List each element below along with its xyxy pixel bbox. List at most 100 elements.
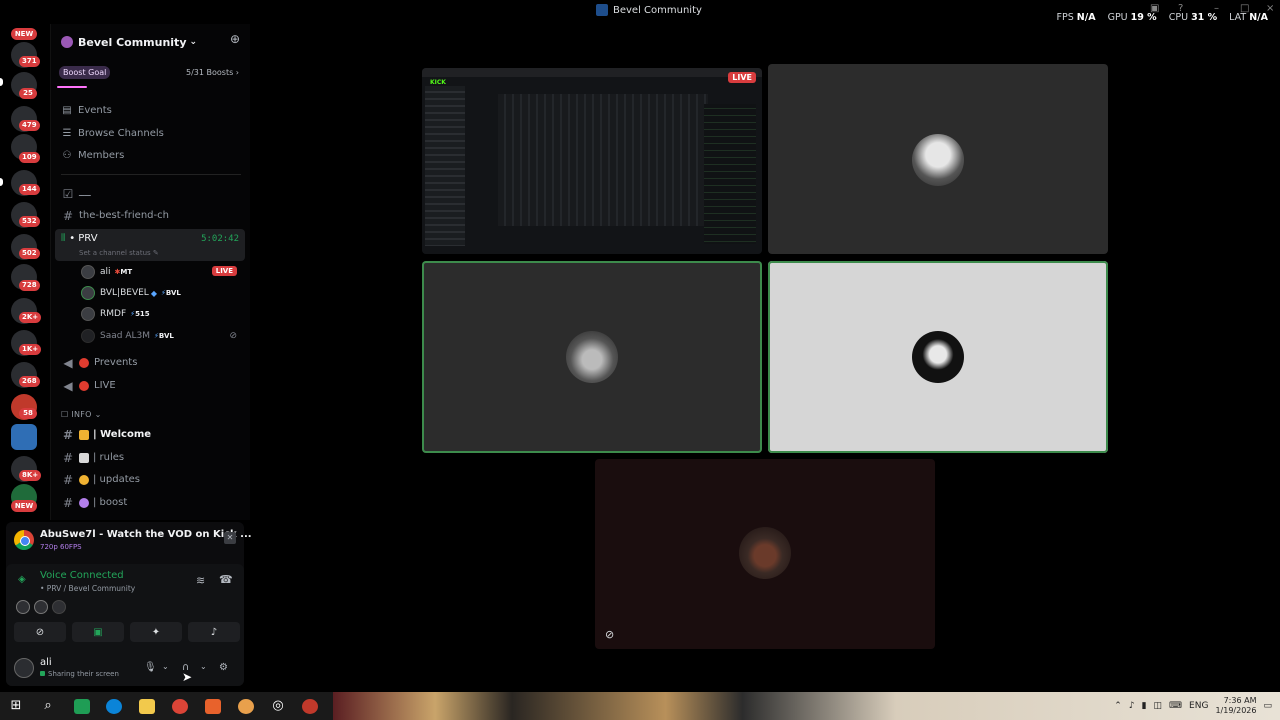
person-icon xyxy=(79,474,89,485)
clock-time: 7:36 AM xyxy=(1223,696,1257,705)
stop-stream-icon[interactable]: ✕ xyxy=(224,532,236,544)
edge-icon[interactable] xyxy=(106,699,122,714)
category-info[interactable]: ☐ INFO ⌄ xyxy=(61,410,102,419)
participant-tile-1[interactable] xyxy=(768,64,1108,254)
members-icon: ⚇ xyxy=(62,149,72,161)
nav-events[interactable]: ▤ Events xyxy=(61,101,112,119)
diamond-icon: ◆ xyxy=(150,288,157,298)
chrome-taskbar-icon[interactable] xyxy=(172,699,188,714)
fps-stat: FPS N/A xyxy=(1057,12,1096,23)
boost-count: 5/31 Boosts › xyxy=(185,68,239,77)
search-icon[interactable]: ⌕ xyxy=(40,698,56,714)
channel-arabic[interactable]: ☑ ــــ xyxy=(61,184,243,203)
channel-welcome[interactable]: # | Welcome xyxy=(61,425,243,444)
tray-overflow-icon[interactable]: ⌃ xyxy=(1114,701,1122,711)
noise-suppression-icon[interactable]: ≋ xyxy=(196,574,205,587)
chevron-down-icon[interactable]: ⌄ xyxy=(200,662,207,671)
mention-badge: 532 xyxy=(19,216,40,227)
toggle-camera-button[interactable]: ⊘ xyxy=(14,622,66,642)
voice-user-saad[interactable]: Saad AL3M ⚡BVL ⊘ xyxy=(81,326,243,346)
minimize-icon[interactable]: – xyxy=(1214,3,1219,14)
voice-channel-live[interactable]: ◀ LIVE xyxy=(61,376,243,395)
channel-arabic-label: ــــ xyxy=(79,188,91,199)
app-icon[interactable] xyxy=(302,699,318,714)
server-icon-13[interactable] xyxy=(11,424,37,450)
title-bar: Bevel Community FPS N/A GPU 19 % CPU 31 … xyxy=(0,0,1280,24)
channel-rules[interactable]: # | rules xyxy=(61,448,243,467)
user-tag: ⚡BVL xyxy=(161,289,181,297)
inbox-icon[interactable]: ▣ xyxy=(1150,3,1159,14)
close-icon[interactable]: × xyxy=(1266,3,1274,14)
voice-user-name: ali xyxy=(100,267,111,277)
voice-user-bvl[interactable]: BVL|BEVEL ◆ ⚡BVL xyxy=(81,283,243,303)
channel-boost[interactable]: # | boost xyxy=(61,493,243,512)
network-icon[interactable]: ◫ xyxy=(1154,701,1163,711)
streaming-activity[interactable]: AbuSwe7l - Watch the VOD on Kick ... 720… xyxy=(14,528,252,551)
stream-tile[interactable]: KICK LIVE xyxy=(422,68,762,254)
participant-avatar xyxy=(912,134,964,186)
voice-activity-icon: ⫴ xyxy=(61,233,66,244)
mention-badge: 502 xyxy=(19,248,40,259)
user-tag-text: BVL xyxy=(158,332,174,340)
channel-status[interactable]: Set a channel status ✎ xyxy=(79,249,159,257)
store-icon[interactable] xyxy=(74,699,90,714)
file-explorer-icon[interactable] xyxy=(139,699,155,714)
mic-tray-icon[interactable]: ▮ xyxy=(1142,701,1147,711)
clock[interactable]: 7:36 AM 1/19/2026 xyxy=(1215,696,1256,716)
voice-channel-prevents[interactable]: ◀ Prevents xyxy=(61,353,243,372)
stream-quality: 720p 60FPS xyxy=(40,543,82,551)
channel-updates[interactable]: # | updates xyxy=(61,470,243,489)
windows-start-icon[interactable]: ⊞ xyxy=(8,698,24,714)
channel-best-friend[interactable]: # the-best-friend-ch xyxy=(61,206,243,225)
keyboard-icon[interactable]: ⌨ xyxy=(1169,701,1182,711)
invite-people-icon[interactable]: ⊕ xyxy=(230,32,240,46)
user-tag-text: 515 xyxy=(135,310,150,318)
avatar[interactable] xyxy=(14,658,34,678)
screen-share-button[interactable]: ▣ xyxy=(72,622,124,642)
activities-button[interactable]: ✦ xyxy=(130,622,182,642)
channel-sidebar: Bevel Community ⌄ ⊕ Boost Goal 5/31 Boos… xyxy=(50,24,250,520)
live-badge: LIVE xyxy=(728,72,756,83)
disconnect-icon[interactable]: ☎ xyxy=(219,573,233,586)
server-header[interactable]: Bevel Community ⌄ xyxy=(61,32,241,52)
nav-browse-channels[interactable]: ☰ Browse Channels xyxy=(61,124,164,142)
voice-channel-prv[interactable]: ⫴ • PRV 5:02:42 Set a channel status ✎ xyxy=(55,229,245,261)
soundboard-button[interactable]: ♪ xyxy=(188,622,240,642)
chrome-canary-icon[interactable] xyxy=(238,699,254,714)
avatar xyxy=(52,600,66,614)
participant-tile-3[interactable] xyxy=(768,261,1108,453)
voice-user-ali[interactable]: ali ✱MT LIVE xyxy=(81,262,243,282)
language-indicator[interactable]: ENG xyxy=(1189,701,1208,711)
voice-connected-status[interactable]: Voice Connected xyxy=(40,570,124,581)
volume-icon[interactable]: ♪ xyxy=(1129,701,1135,711)
screen-brand-logo: KICK xyxy=(430,79,446,86)
performance-overlay: FPS N/A GPU 19 % CPU 31 % LAT N/A xyxy=(1057,12,1268,23)
voice-user-rmdf[interactable]: RMDF ⚡515 xyxy=(81,304,243,324)
mention-badge: 371 xyxy=(19,56,40,67)
maximize-icon[interactable]: □ xyxy=(1240,3,1249,14)
user-status-text: Sharing their screen xyxy=(48,670,119,678)
fps-value: N/A xyxy=(1076,12,1096,23)
boost-goal[interactable]: Boost Goal 5/31 Boosts › xyxy=(57,64,245,88)
chevron-down-icon[interactable]: ⌄ xyxy=(162,662,169,671)
deafened-icon: ⊘ xyxy=(605,628,615,641)
voice-channel-path[interactable]: • PRV / Bevel Community xyxy=(40,584,135,593)
mention-badge: 8K+ xyxy=(19,470,42,481)
mention-badge: 1K+ xyxy=(19,344,42,355)
steam-icon[interactable]: ◎ xyxy=(270,698,286,714)
participant-tile-4[interactable]: ⊘ xyxy=(595,459,935,649)
gpu-label: GPU xyxy=(1107,12,1128,23)
signal-icon[interactable]: ◈ xyxy=(18,574,26,585)
notifications-icon[interactable]: ▭ xyxy=(1263,701,1272,711)
help-icon[interactable]: ? xyxy=(1178,3,1183,14)
settings-gear-icon[interactable]: ⚙ xyxy=(219,662,228,673)
user-tag: ⚡515 xyxy=(130,310,150,318)
username[interactable]: ali xyxy=(40,657,52,668)
microphone-icon[interactable]: 🎙 xyxy=(144,662,157,673)
participant-avatar xyxy=(566,331,618,383)
hash-icon: # xyxy=(62,427,74,442)
browse-icon: ☰ xyxy=(62,127,72,139)
nav-members[interactable]: ⚇ Members xyxy=(61,146,125,164)
participant-tile-2[interactable] xyxy=(422,261,762,453)
app-icon[interactable] xyxy=(205,699,221,714)
